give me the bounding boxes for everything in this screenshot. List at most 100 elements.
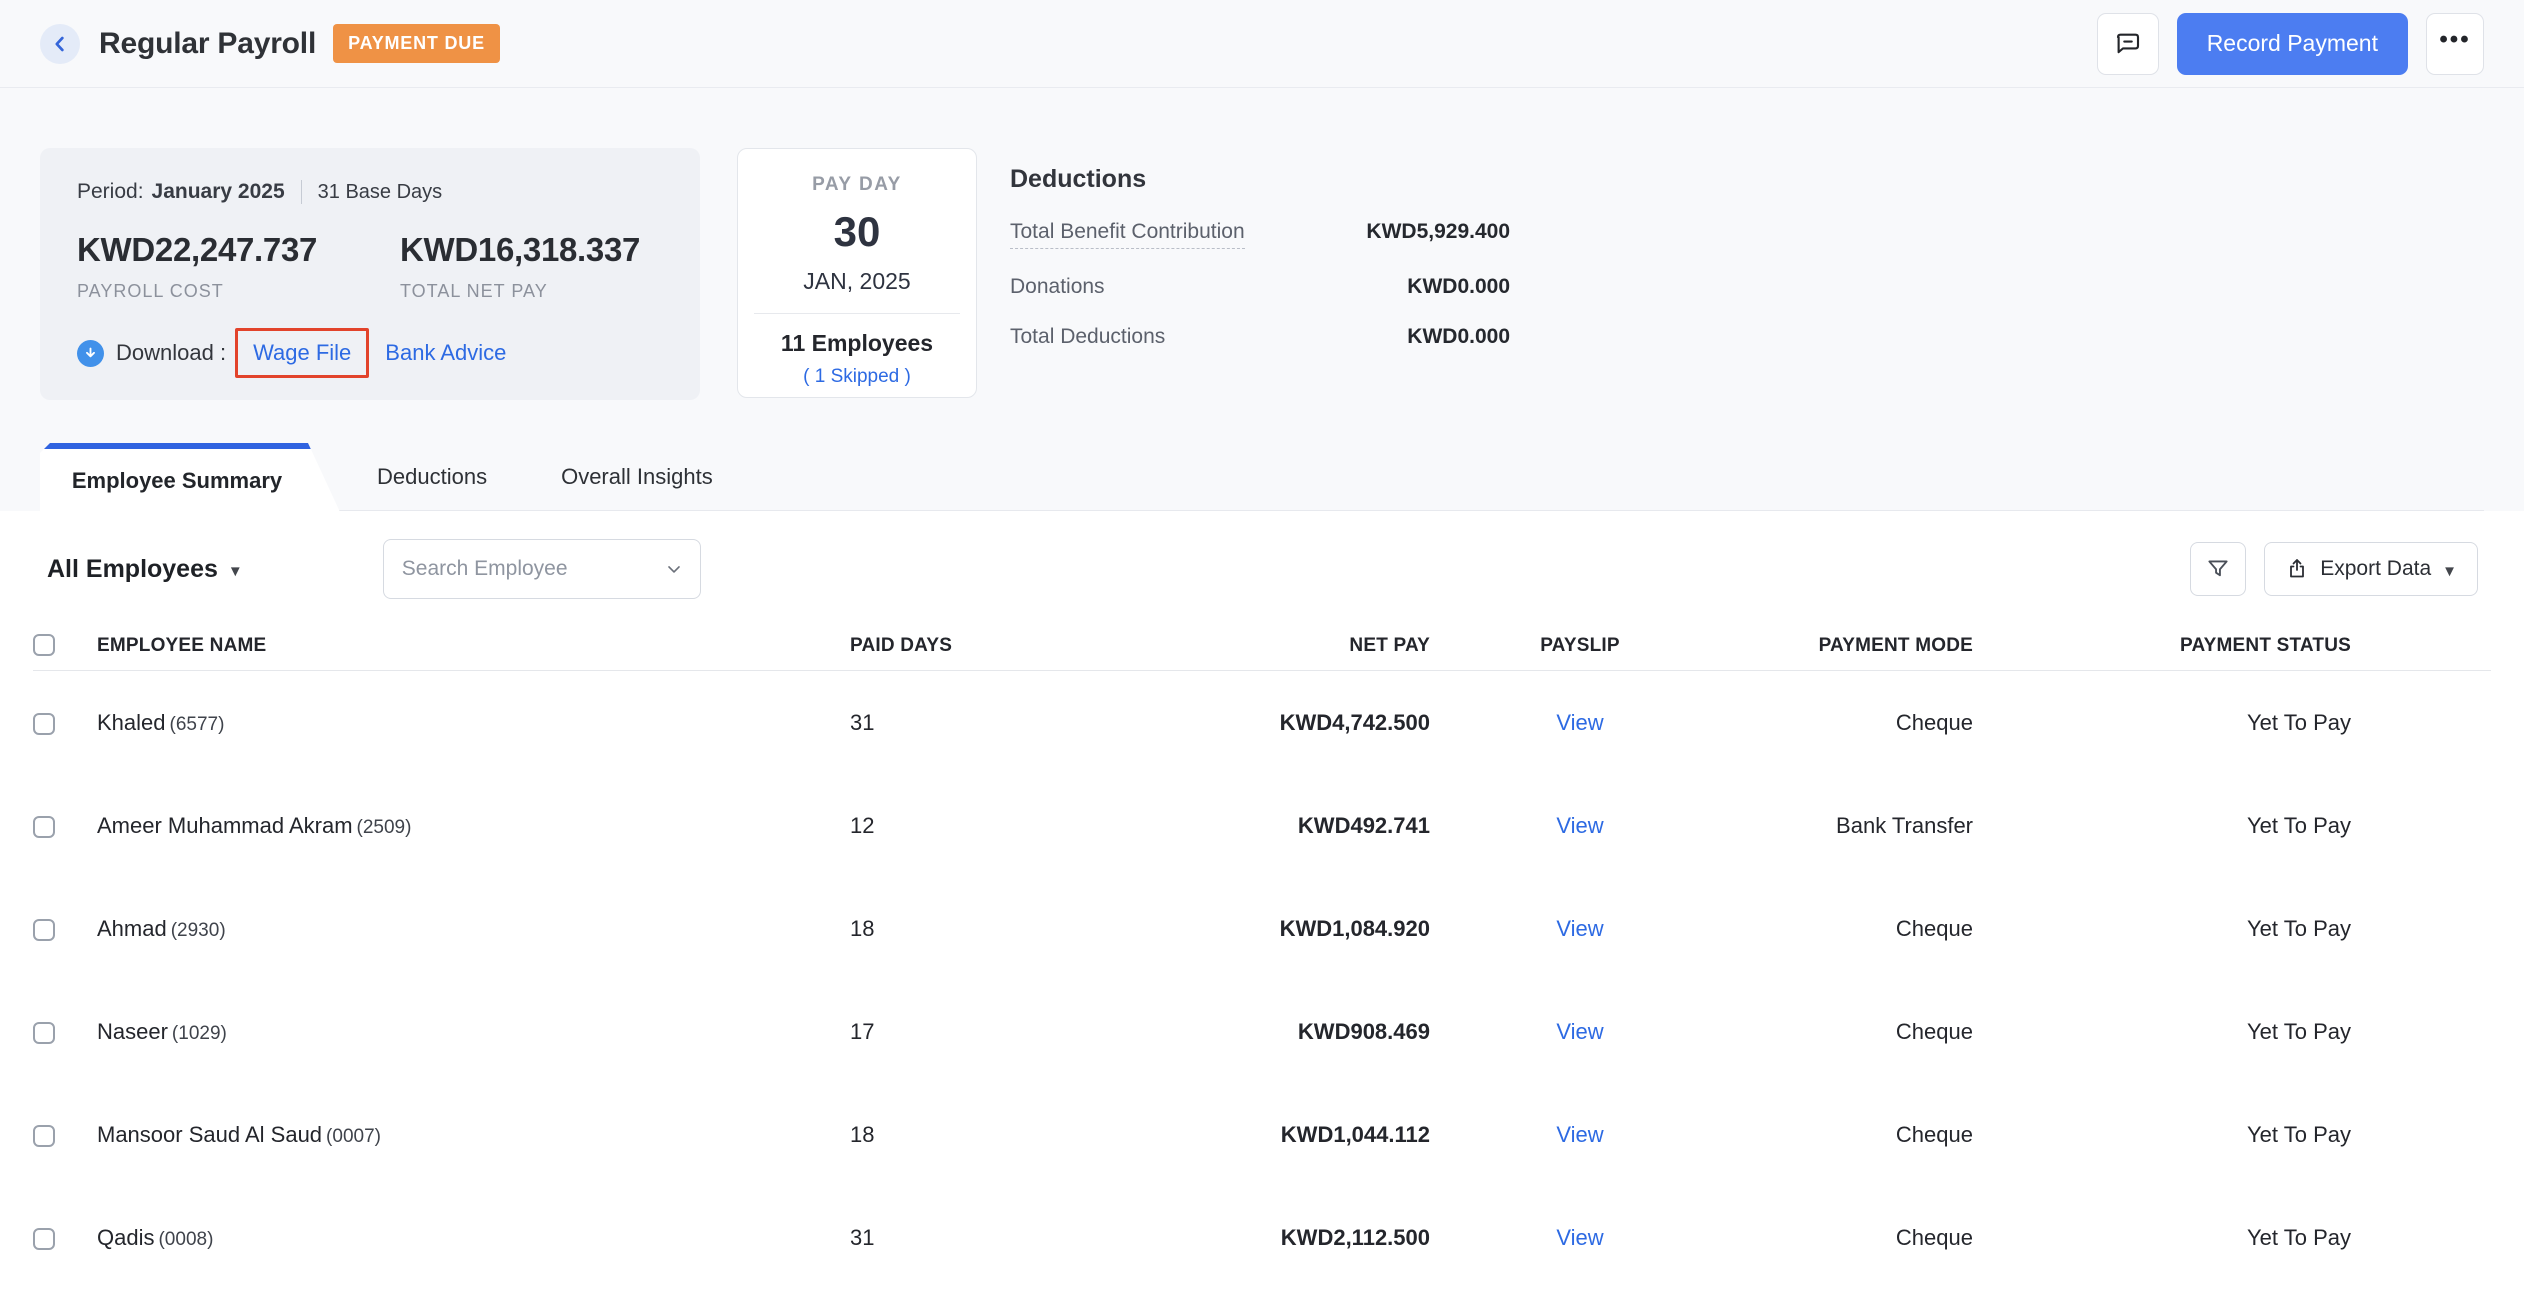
chevron-left-icon — [49, 33, 71, 55]
payslip-view-link[interactable]: View — [1556, 813, 1603, 838]
payment-status: Yet To Pay — [1973, 916, 2351, 942]
payment-status: Yet To Pay — [1973, 710, 2351, 736]
employee-name: Qadis — [97, 1225, 154, 1250]
column-header-employee-name: EMPLOYEE NAME — [97, 635, 850, 657]
payslip-view-link[interactable]: View — [1556, 1019, 1603, 1044]
period-label: Period: — [77, 180, 144, 204]
payroll-cost-value: KWD22,247.737 — [77, 231, 400, 269]
payslip-view-link[interactable]: View — [1556, 1225, 1603, 1250]
table-toolbar: All Employees ▼ Export Data ▼ — [0, 511, 2524, 621]
net-pay: KWD2,112.500 — [1030, 1225, 1430, 1251]
select-all-checkbox[interactable] — [33, 634, 55, 656]
filter-button[interactable] — [2190, 542, 2246, 596]
search-employee-input[interactable] — [402, 557, 664, 581]
back-button[interactable] — [40, 24, 80, 64]
deduction-label: Total Deductions — [1010, 325, 1165, 349]
net-pay: KWD4,742.500 — [1030, 710, 1430, 736]
paid-days: 31 — [850, 1225, 1030, 1251]
employee-name: Ameer Muhammad Akram — [97, 813, 353, 838]
payment-mode: Cheque — [1730, 1019, 1973, 1045]
paid-days: 31 — [850, 710, 1030, 736]
record-payment-button[interactable]: Record Payment — [2177, 13, 2408, 75]
deduction-value: KWD5,929.400 — [1366, 220, 1510, 244]
column-header-payment-mode: PAYMENT MODE — [1730, 635, 1973, 657]
employee-id: (6577) — [170, 714, 225, 735]
table-row: Khaled(6577) 31 KWD4,742.500 View Cheque… — [33, 671, 2491, 774]
export-icon — [2285, 557, 2309, 581]
filter-funnel-icon — [2205, 556, 2231, 582]
deductions-panel: Deductions Total Benefit Contribution KW… — [1010, 148, 1510, 349]
payment-mode: Cheque — [1730, 1225, 1973, 1251]
column-header-payslip: PAYSLIP — [1430, 635, 1730, 657]
deduction-label[interactable]: Total Benefit Contribution — [1010, 220, 1245, 249]
column-header-paid-days: PAID DAYS — [850, 635, 1030, 657]
top-bar: Regular Payroll PAYMENT DUE Record Payme… — [0, 0, 2524, 88]
payment-mode: Cheque — [1730, 1122, 1973, 1148]
employees-count: 11 Employees — [738, 330, 976, 357]
payslip-view-link[interactable]: View — [1556, 710, 1603, 735]
comments-button[interactable] — [2097, 13, 2159, 75]
tab-overall-insights[interactable]: Overall Insights — [524, 443, 750, 510]
employee-name: Khaled — [97, 710, 166, 735]
wage-file-link[interactable]: Wage File — [253, 340, 351, 365]
skipped-employees-link[interactable]: ( 1 Skipped ) — [803, 366, 911, 388]
row-checkbox[interactable] — [33, 713, 55, 735]
pay-day-label: PAY DAY — [738, 174, 976, 196]
payment-mode: Cheque — [1730, 916, 1973, 942]
table-row: Ameer Muhammad Akram(2509) 12 KWD492.741… — [33, 774, 2491, 877]
export-label: Export Data — [2320, 557, 2431, 581]
employee-summary-table: EMPLOYEE NAME PAID DAYS NET PAY PAYSLIP … — [0, 621, 2524, 1289]
export-data-button[interactable]: Export Data ▼ — [2264, 542, 2478, 596]
divider — [754, 313, 960, 314]
employee-filter-dropdown[interactable]: All Employees ▼ — [47, 555, 243, 584]
comment-icon — [2113, 29, 2143, 59]
table-row: Ahmad(2930) 18 KWD1,084.920 View Cheque … — [33, 877, 2491, 980]
employee-id: (0008) — [158, 1229, 213, 1250]
paid-days: 12 — [850, 813, 1030, 839]
table-row: Naseer(1029) 17 KWD908.469 View Cheque Y… — [33, 980, 2491, 1083]
employee-id: (0007) — [326, 1126, 381, 1147]
payslip-view-link[interactable]: View — [1556, 1122, 1603, 1147]
row-checkbox[interactable] — [33, 919, 55, 941]
row-checkbox[interactable] — [33, 816, 55, 838]
pay-day-number: 30 — [738, 208, 976, 256]
total-net-pay-value: KWD16,318.337 — [400, 231, 640, 269]
payment-mode: Cheque — [1730, 710, 1973, 736]
search-employee-select[interactable] — [383, 539, 701, 599]
more-actions-button[interactable]: ••• — [2426, 13, 2484, 75]
employee-name: Naseer — [97, 1019, 168, 1044]
base-days: 31 Base Days — [318, 181, 443, 204]
row-checkbox[interactable] — [33, 1125, 55, 1147]
page-title: Regular Payroll — [99, 27, 316, 61]
tab-employee-summary[interactable]: Employee Summary — [40, 443, 340, 512]
bank-advice-link[interactable]: Bank Advice — [385, 340, 506, 366]
tab-deductions[interactable]: Deductions — [340, 443, 524, 510]
download-label: Download : — [116, 340, 226, 366]
column-header-payment-status: PAYMENT STATUS — [1973, 635, 2351, 657]
row-checkbox[interactable] — [33, 1022, 55, 1044]
paid-days: 18 — [850, 1122, 1030, 1148]
table-row: Mansoor Saud Al Saud(0007) 18 KWD1,044.1… — [33, 1083, 2491, 1186]
download-icon — [77, 340, 104, 367]
column-header-net-pay: NET PAY — [1030, 635, 1430, 657]
status-badge: PAYMENT DUE — [333, 24, 500, 63]
net-pay: KWD908.469 — [1030, 1019, 1430, 1045]
chevron-down-icon — [664, 559, 684, 579]
table-header-row: EMPLOYEE NAME PAID DAYS NET PAY PAYSLIP … — [33, 621, 2491, 671]
pay-day-card: PAY DAY 30 JAN, 2025 11 Employees ( 1 Sk… — [737, 148, 977, 398]
employee-id: (2930) — [171, 920, 226, 941]
caret-down-icon: ▼ — [228, 563, 243, 580]
paid-days: 18 — [850, 916, 1030, 942]
table-row: Qadis(0008) 31 KWD2,112.500 View Cheque … — [33, 1186, 2491, 1289]
payment-status: Yet To Pay — [1973, 1225, 2351, 1251]
employee-filter-label: All Employees — [47, 555, 218, 584]
row-checkbox[interactable] — [33, 1228, 55, 1250]
payslip-view-link[interactable]: View — [1556, 916, 1603, 941]
payment-mode: Bank Transfer — [1730, 813, 1973, 839]
ellipsis-icon: ••• — [2439, 26, 2470, 54]
payment-status: Yet To Pay — [1973, 1122, 2351, 1148]
pay-day-month-year: JAN, 2025 — [738, 268, 976, 295]
employee-id: (2509) — [357, 817, 412, 838]
net-pay: KWD492.741 — [1030, 813, 1430, 839]
deductions-title: Deductions — [1010, 165, 1510, 194]
